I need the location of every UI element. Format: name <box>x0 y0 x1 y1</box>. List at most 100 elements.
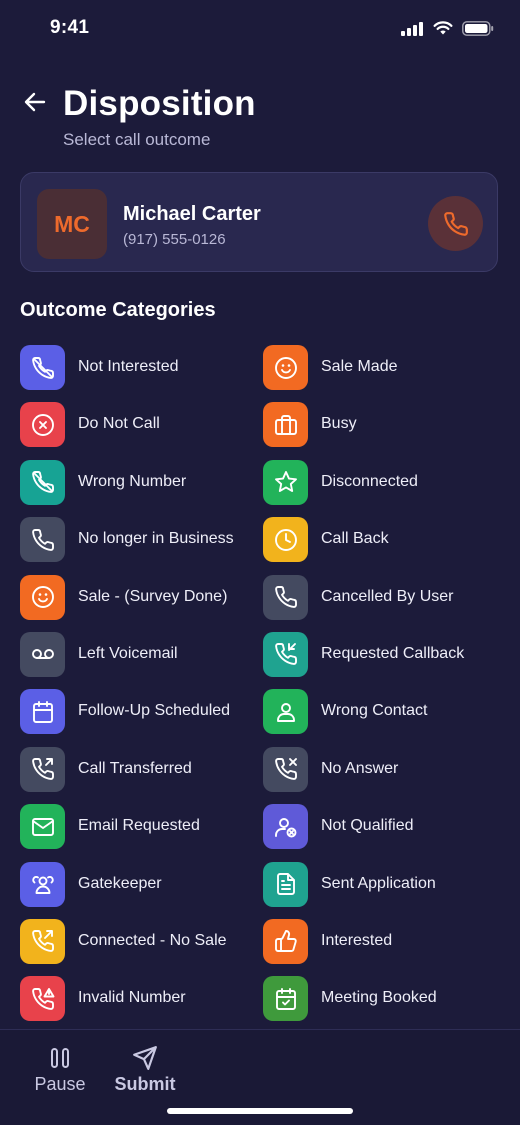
phone-slash-icon <box>20 345 65 390</box>
outcome-label: Call Back <box>321 530 389 548</box>
outcome-call-back[interactable]: Call Back <box>263 517 506 574</box>
outcome-disconnected[interactable]: Disconnected <box>263 459 506 517</box>
outcome-no-longer-in-business[interactable]: No longer in Business <box>20 517 263 574</box>
outcome-cancelled-by-user[interactable]: Cancelled By User <box>263 574 506 632</box>
outcome-gatekeeper[interactable]: Gatekeeper <box>20 861 263 919</box>
outcome-label: Follow-Up Scheduled <box>78 702 231 720</box>
status-bar: 9:41 <box>0 0 520 56</box>
phone-slash-icon <box>20 459 65 505</box>
outcome-label: Do Not Call <box>78 415 160 433</box>
outcome-wrong-number[interactable]: Wrong Number <box>20 459 263 517</box>
send-icon <box>108 1044 182 1072</box>
outcome-label: Interested <box>321 931 393 949</box>
home-indicator <box>167 1108 353 1114</box>
submit-button[interactable]: Submit <box>108 1044 182 1095</box>
avatar: MC <box>37 189 107 259</box>
outcome-label: No Answer <box>321 759 399 777</box>
calendar-icon <box>20 689 65 735</box>
outcome-no-answer[interactable]: No Answer <box>263 746 506 804</box>
outcome-label: Call Transferred <box>78 759 192 777</box>
outcome-row: Follow-Up Scheduled Wrong Contact <box>20 689 510 746</box>
outcome-row: Not Interested Sale Made <box>20 345 510 402</box>
outcome-row: Connected - No Sale Interested <box>20 918 510 976</box>
submit-label: Submit <box>114 1074 176 1094</box>
contact-phone: (917) 555-0126 <box>123 231 226 248</box>
thumbs-up-icon <box>263 918 308 964</box>
outcome-not-interested[interactable]: Not Interested <box>20 345 263 402</box>
outcome-row: No longer in Business Call Back <box>20 517 510 574</box>
star-icon <box>263 459 308 505</box>
outcome-row: Sale - (Survey Done) Cancelled By User <box>20 574 510 632</box>
outcome-invalid-number[interactable]: Invalid Number <box>20 976 263 1033</box>
phone-alert-icon <box>20 976 65 1022</box>
outcome-label: Sale - (Survey Done) <box>78 587 228 605</box>
outcome-label: No longer in Business <box>78 530 234 548</box>
outcome-sent-application[interactable]: Sent Application <box>263 861 506 919</box>
phone-missed-icon <box>263 746 308 792</box>
outcome-label: Left Voicemail <box>78 644 178 662</box>
status-icons <box>401 21 494 36</box>
section-title: Outcome Categories <box>20 299 216 321</box>
outcome-sale-survey-done[interactable]: Sale - (Survey Done) <box>20 574 263 632</box>
outcome-follow-up-scheduled[interactable]: Follow-Up Scheduled <box>20 689 263 746</box>
outcome-connected-no-sale[interactable]: Connected - No Sale <box>20 918 263 976</box>
outcome-not-qualified[interactable]: Not Qualified <box>263 804 506 861</box>
phone-icon <box>20 517 65 563</box>
contact-name: Michael Carter <box>123 203 261 225</box>
outcome-left-voicemail[interactable]: Left Voicemail <box>20 631 263 689</box>
outcome-do-not-call[interactable]: Do Not Call <box>20 402 263 459</box>
x-circle-icon <box>20 402 65 448</box>
user-x-icon <box>263 804 308 850</box>
briefcase-icon <box>263 402 308 448</box>
pause-icon <box>30 1044 90 1072</box>
phone-icon <box>443 211 468 236</box>
pause-button[interactable]: Pause <box>30 1044 90 1095</box>
arrow-left-icon <box>24 92 46 112</box>
page-title: Disposition <box>63 84 256 123</box>
outcome-label: Gatekeeper <box>78 874 162 892</box>
outcome-meeting-booked[interactable]: Meeting Booked <box>263 976 506 1033</box>
users-icon <box>20 861 65 907</box>
outcome-label: Meeting Booked <box>321 989 437 1007</box>
outcome-row: Call Transferred No Answer <box>20 746 510 804</box>
outcome-interested[interactable]: Interested <box>263 918 506 976</box>
outcome-email-requested[interactable]: Email Requested <box>20 804 263 861</box>
battery-icon <box>462 21 494 36</box>
outcome-label: Email Requested <box>78 817 200 835</box>
outcome-label: Disconnected <box>321 472 418 490</box>
outcome-wrong-contact[interactable]: Wrong Contact <box>263 689 506 746</box>
outcome-row: Gatekeeper Sent Application <box>20 861 510 919</box>
status-time: 9:41 <box>50 17 90 38</box>
outcome-label: Busy <box>321 415 357 433</box>
smile-icon <box>20 574 65 620</box>
outcome-row: Email Requested Not Qualified <box>20 804 510 861</box>
calendar-check-icon <box>263 976 308 1022</box>
signal-icon <box>401 21 424 36</box>
outcome-grid: Not Interested Sale Made Do Not Call Busy Wr… <box>20 345 510 1034</box>
phone-forward-icon <box>20 746 65 792</box>
outcome-requested-callback[interactable]: Requested Callback <box>263 631 506 689</box>
outcome-label: Wrong Number <box>78 472 187 490</box>
outcome-label: Sale Made <box>321 358 398 375</box>
outcome-busy[interactable]: Busy <box>263 402 506 459</box>
clock-icon <box>263 517 308 563</box>
phone-callback-icon <box>263 631 308 677</box>
phone-outgoing-icon <box>20 918 65 964</box>
pause-label: Pause <box>34 1074 86 1094</box>
mail-icon <box>20 804 65 850</box>
outcome-row: Invalid Number Meeting Booked <box>20 976 510 1033</box>
outcome-label: Not Qualified <box>321 817 414 835</box>
document-icon <box>263 861 308 907</box>
phone-icon <box>263 574 308 620</box>
smile-icon <box>263 345 308 390</box>
call-button[interactable] <box>428 196 483 251</box>
outcome-row: Do Not Call Busy <box>20 402 510 459</box>
back-button[interactable] <box>20 88 50 116</box>
outcome-call-transferred[interactable]: Call Transferred <box>20 746 263 804</box>
outcome-label: Connected - No Sale <box>78 931 227 949</box>
outcome-label: Not Interested <box>78 358 179 375</box>
outcome-label: Wrong Contact <box>321 702 428 720</box>
outcome-label: Cancelled By User <box>321 587 454 605</box>
outcome-sale-made[interactable]: Sale Made <box>263 345 506 402</box>
outcome-row: Left Voicemail Requested Callback <box>20 631 510 689</box>
